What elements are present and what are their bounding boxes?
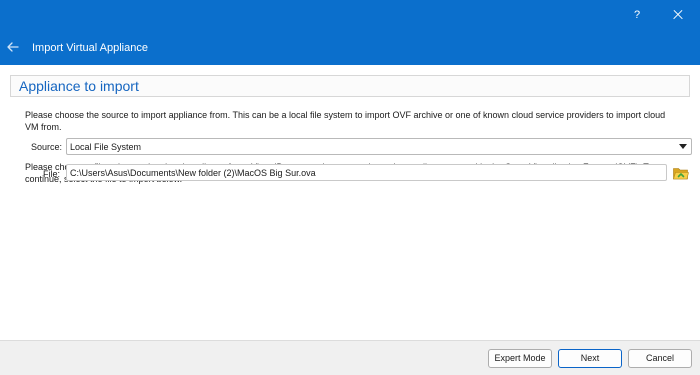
expert-mode-button[interactable]: Expert Mode <box>488 349 552 368</box>
title-bar: ? Import Virtual Appliance <box>0 0 700 65</box>
back-arrow-icon <box>7 42 19 52</box>
window-title: Import Virtual Appliance <box>32 42 148 54</box>
wizard-page: Appliance to import Please choose the so… <box>0 65 700 340</box>
source-label: Source: <box>31 142 63 152</box>
close-button[interactable] <box>666 5 690 25</box>
source-description: Please choose the source to import appli… <box>25 110 666 132</box>
chevron-down-icon <box>679 144 687 149</box>
folder-open-icon <box>673 168 689 180</box>
cancel-button[interactable]: Cancel <box>628 349 692 368</box>
file-path-input[interactable]: C:\Users\Asus\Documents\New folder (2)\M… <box>66 164 667 181</box>
browse-file-button[interactable] <box>672 164 690 182</box>
next-button[interactable]: Next <box>558 349 622 368</box>
back-button[interactable] <box>5 39 21 55</box>
button-bar: Expert Mode Next Cancel <box>0 340 700 375</box>
file-label: File: <box>43 169 61 179</box>
help-button[interactable]: ? <box>625 5 649 25</box>
file-path-value: C:\Users\Asus\Documents\New folder (2)\M… <box>70 168 316 178</box>
page-heading-box: Appliance to import <box>10 75 690 97</box>
source-select[interactable]: Local File System <box>66 138 692 155</box>
page-title: Appliance to import <box>19 78 139 94</box>
source-select-value: Local File System <box>70 142 142 152</box>
